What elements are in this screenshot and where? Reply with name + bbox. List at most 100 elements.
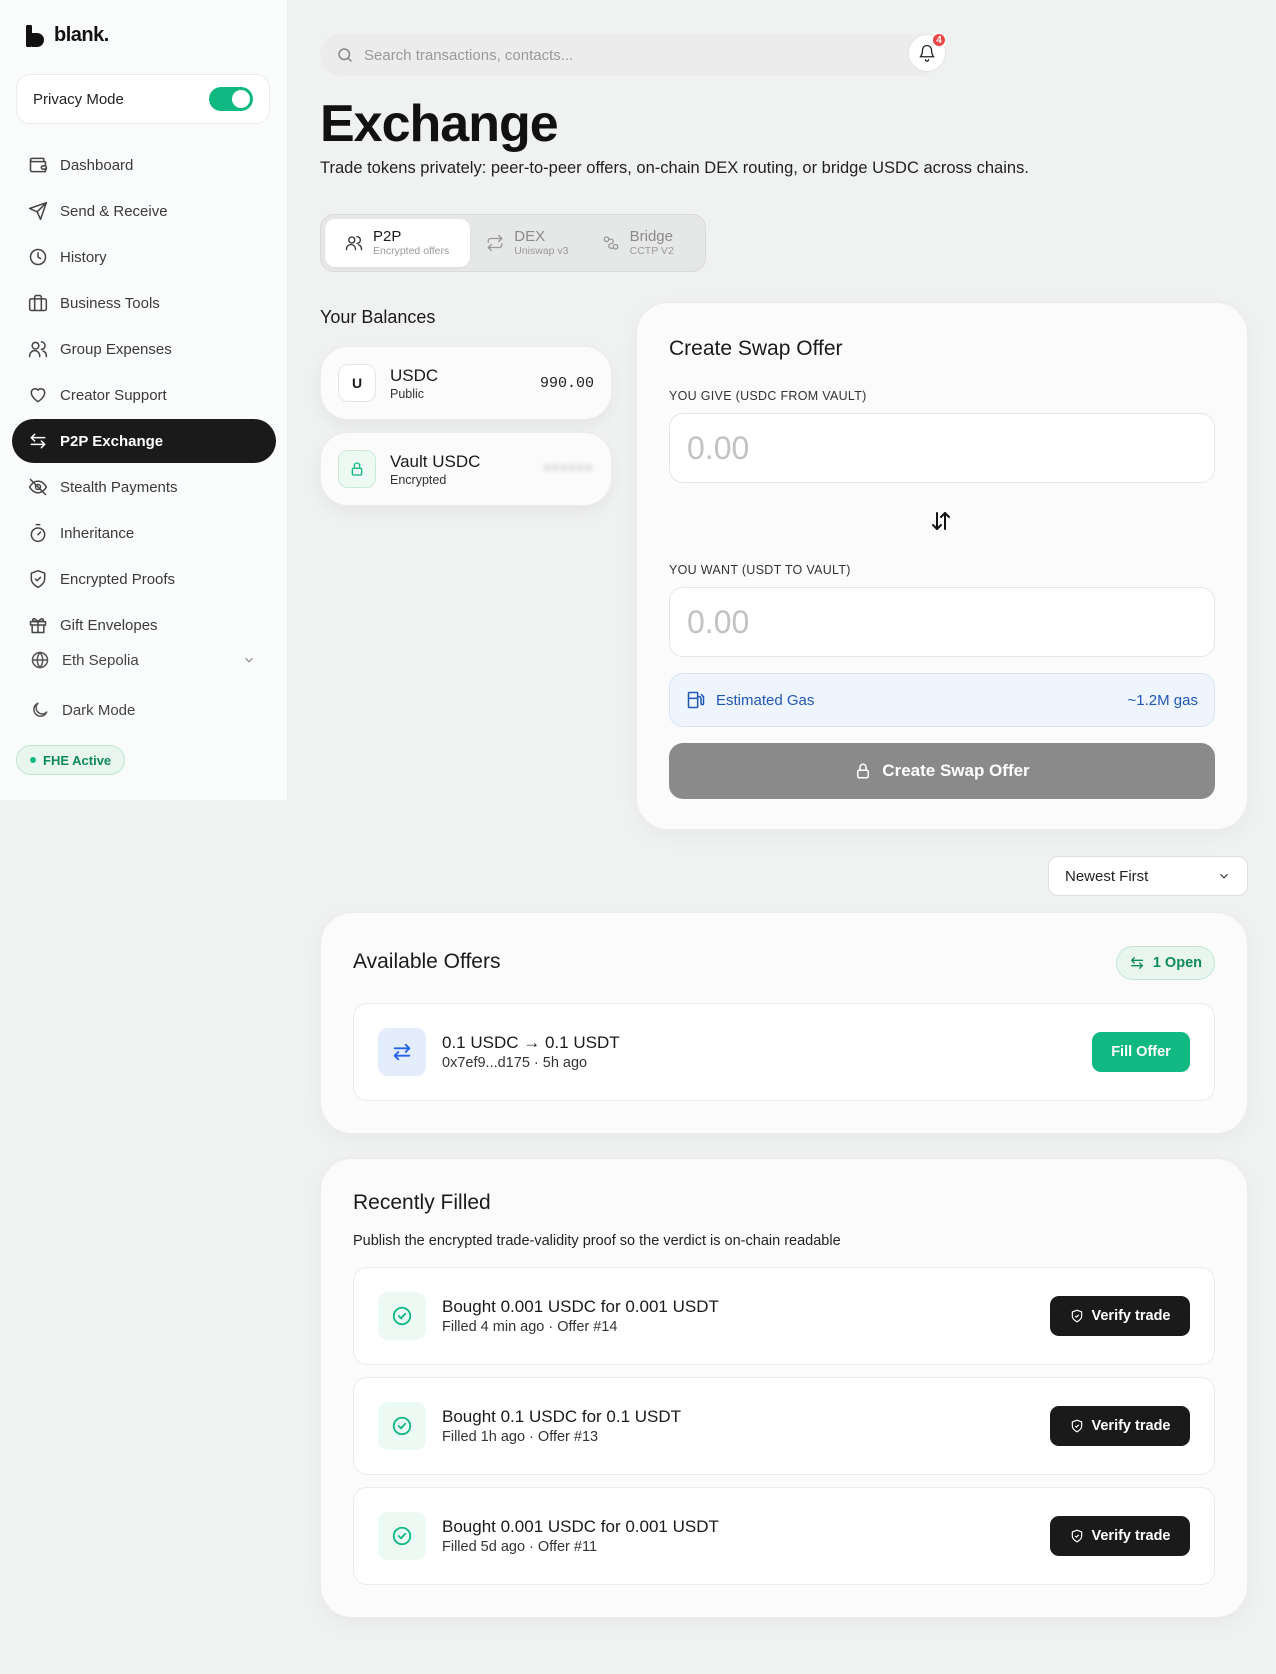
verify-trade-button[interactable]: Verify trade bbox=[1050, 1516, 1190, 1556]
fhe-status-badge: FHE Active bbox=[16, 745, 126, 775]
open-count-badge: 1 Open bbox=[1115, 946, 1215, 980]
filled-title: Bought 0.1 USDC for 0.1 USDT bbox=[442, 1406, 682, 1426]
balance-value-hidden: •••••• bbox=[542, 461, 593, 477]
shield-check-icon bbox=[30, 569, 46, 589]
sidebar-item-label: Inheritance bbox=[60, 524, 135, 542]
fill-offer-button[interactable]: Fill Offer bbox=[1092, 1032, 1190, 1072]
status-dot bbox=[30, 757, 36, 763]
sidebar-item-group-expenses[interactable]: Group Expenses bbox=[12, 327, 276, 371]
offer-icon-tile bbox=[378, 1028, 426, 1076]
dark-mode-toggle[interactable]: Dark Mode bbox=[30, 700, 135, 720]
swap-direction-button[interactable] bbox=[929, 509, 953, 533]
card-title: Create Swap Offer bbox=[669, 337, 843, 360]
balance-sub: Encrypted bbox=[390, 472, 447, 487]
heart-icon bbox=[30, 388, 46, 403]
lock-icon bbox=[857, 763, 870, 779]
swap-vertical-icon bbox=[932, 512, 950, 530]
filled-icon-tile bbox=[378, 1512, 426, 1560]
tab-sublabel: CCTP V2 bbox=[629, 245, 674, 257]
sidebar-item-gift-envelopes[interactable]: Gift Envelopes bbox=[12, 603, 276, 647]
search-icon bbox=[338, 48, 352, 62]
sidebar-item-encrypted-proofs[interactable]: Encrypted Proofs bbox=[12, 557, 276, 601]
sidebar-item-inheritance[interactable]: Inheritance bbox=[12, 511, 276, 555]
search-input[interactable] bbox=[364, 46, 904, 64]
sidebar-item-label: Stealth Payments bbox=[60, 478, 178, 496]
privacy-mode-toggle[interactable] bbox=[209, 87, 253, 111]
sidebar-item-label: Dashboard bbox=[60, 156, 134, 174]
balance-value: 990.00 bbox=[539, 374, 594, 392]
moon-icon bbox=[33, 702, 48, 717]
filled-row: Bought 0.1 USDC for 0.1 USDT Filled 1h a… bbox=[353, 1377, 1215, 1475]
sidebar-item-history[interactable]: History bbox=[12, 235, 276, 279]
eye-off-icon bbox=[28, 478, 48, 496]
tab-bridge[interactable]: Bridge CCTP V2 bbox=[590, 219, 701, 267]
check-circle-icon bbox=[392, 1306, 412, 1326]
bell-icon bbox=[919, 44, 935, 62]
sidebar-item-send-receive[interactable]: Send & Receive bbox=[12, 189, 276, 233]
sidebar-item-stealth-payments[interactable]: Stealth Payments bbox=[12, 465, 276, 509]
give-amount-input[interactable] bbox=[687, 429, 1187, 467]
tab-p2p[interactable]: P2P Encrypted offers bbox=[325, 219, 471, 267]
tab-sublabel: Encrypted offers bbox=[373, 245, 450, 257]
tab-label: DEX bbox=[514, 228, 546, 245]
repeat-icon bbox=[487, 234, 503, 252]
sidebar-item-label: P2P Exchange bbox=[60, 432, 164, 450]
balance-name: USDC bbox=[390, 365, 439, 385]
exchange-icon bbox=[393, 1043, 411, 1061]
filled-sub: Filled 1h ago · Offer #13 bbox=[442, 1428, 599, 1445]
toggle-knob bbox=[232, 90, 250, 108]
fhe-status-label: FHE Active bbox=[43, 752, 112, 768]
sidebar-item-dashboard[interactable]: Dashboard bbox=[12, 143, 276, 187]
tab-dex[interactable]: DEX Uniswap v3 bbox=[474, 219, 585, 267]
sidebar: blank. Privacy Mode Dashboard Send & Rec… bbox=[0, 0, 288, 800]
page-subtitle: Trade tokens privately: peer-to-peer off… bbox=[320, 159, 1029, 177]
filled-row: Bought 0.001 USDC for 0.001 USDT Filled … bbox=[353, 1487, 1215, 1585]
sidebar-nav: Dashboard Send & Receive History Busines… bbox=[12, 143, 276, 649]
notification-count-badge: 4 bbox=[931, 32, 947, 48]
exchange-tabs: P2P Encrypted offers DEX Uniswap v3 Bridge… bbox=[320, 214, 706, 272]
want-amount-input[interactable] bbox=[687, 603, 1187, 641]
sidebar-item-label: Group Expenses bbox=[60, 340, 172, 358]
create-swap-offer-button[interactable]: Create Swap Offer bbox=[669, 743, 1215, 799]
sidebar-item-p2p-exchange[interactable]: P2P Exchange bbox=[12, 419, 276, 463]
check-circle-icon bbox=[392, 1526, 412, 1546]
button-label: Verify trade bbox=[1091, 1418, 1171, 1434]
offer-row: 0.1 USDC → 0.1 USDT 0x7ef9...d175 · 5h a… bbox=[353, 1003, 1215, 1101]
sidebar-item-business-tools[interactable]: Business Tools bbox=[12, 281, 276, 325]
recently-filled-card: Recently Filled Publish the encrypted tr… bbox=[320, 1158, 1248, 1618]
privacy-mode-row: Privacy Mode bbox=[16, 74, 270, 124]
balance-sub: Public bbox=[390, 386, 425, 401]
exchange-icon bbox=[30, 433, 46, 449]
want-amount-field bbox=[669, 587, 1215, 657]
sidebar-item-label: Send & Receive bbox=[60, 202, 168, 220]
offer-title: 0.1 USDC → 0.1 USDT bbox=[442, 1032, 620, 1052]
network-name: Eth Sepolia bbox=[62, 651, 139, 669]
sidebar-item-label: Creator Support bbox=[60, 386, 167, 404]
give-amount-field bbox=[669, 413, 1215, 483]
network-selector[interactable]: Eth Sepolia bbox=[30, 648, 256, 672]
tab-label: Bridge bbox=[629, 228, 673, 245]
sidebar-item-label: Gift Envelopes bbox=[60, 616, 158, 634]
sidebar-item-creator-support[interactable]: Creator Support bbox=[12, 373, 276, 417]
card-description: Publish the encrypted trade-validity pro… bbox=[353, 1233, 841, 1249]
offer-sub: 0x7ef9...d175 · 5h ago bbox=[442, 1054, 588, 1071]
brand-logo[interactable]: blank. bbox=[26, 24, 109, 47]
filled-icon-tile bbox=[378, 1402, 426, 1450]
sort-select[interactable]: Newest First bbox=[1048, 856, 1248, 896]
verify-trade-button[interactable]: Verify trade bbox=[1050, 1296, 1190, 1336]
button-label: Verify trade bbox=[1091, 1308, 1171, 1324]
globe-icon bbox=[31, 651, 49, 669]
exchange-icon bbox=[1130, 957, 1143, 969]
clock-icon bbox=[29, 248, 47, 266]
filled-icon-tile bbox=[378, 1292, 426, 1340]
wallet-icon bbox=[29, 157, 48, 173]
verify-trade-button[interactable]: Verify trade bbox=[1050, 1406, 1190, 1446]
search-bar bbox=[320, 34, 940, 76]
fuel-icon bbox=[687, 691, 705, 709]
notifications-button[interactable]: 4 bbox=[908, 32, 947, 72]
filled-title: Bought 0.001 USDC for 0.001 USDT bbox=[442, 1516, 719, 1536]
balances-heading: Your Balances bbox=[320, 307, 436, 327]
sort-selected-value: Newest First bbox=[1065, 867, 1149, 885]
sidebar-item-label: Encrypted Proofs bbox=[60, 570, 176, 588]
sidebar-item-label: History bbox=[60, 248, 107, 266]
